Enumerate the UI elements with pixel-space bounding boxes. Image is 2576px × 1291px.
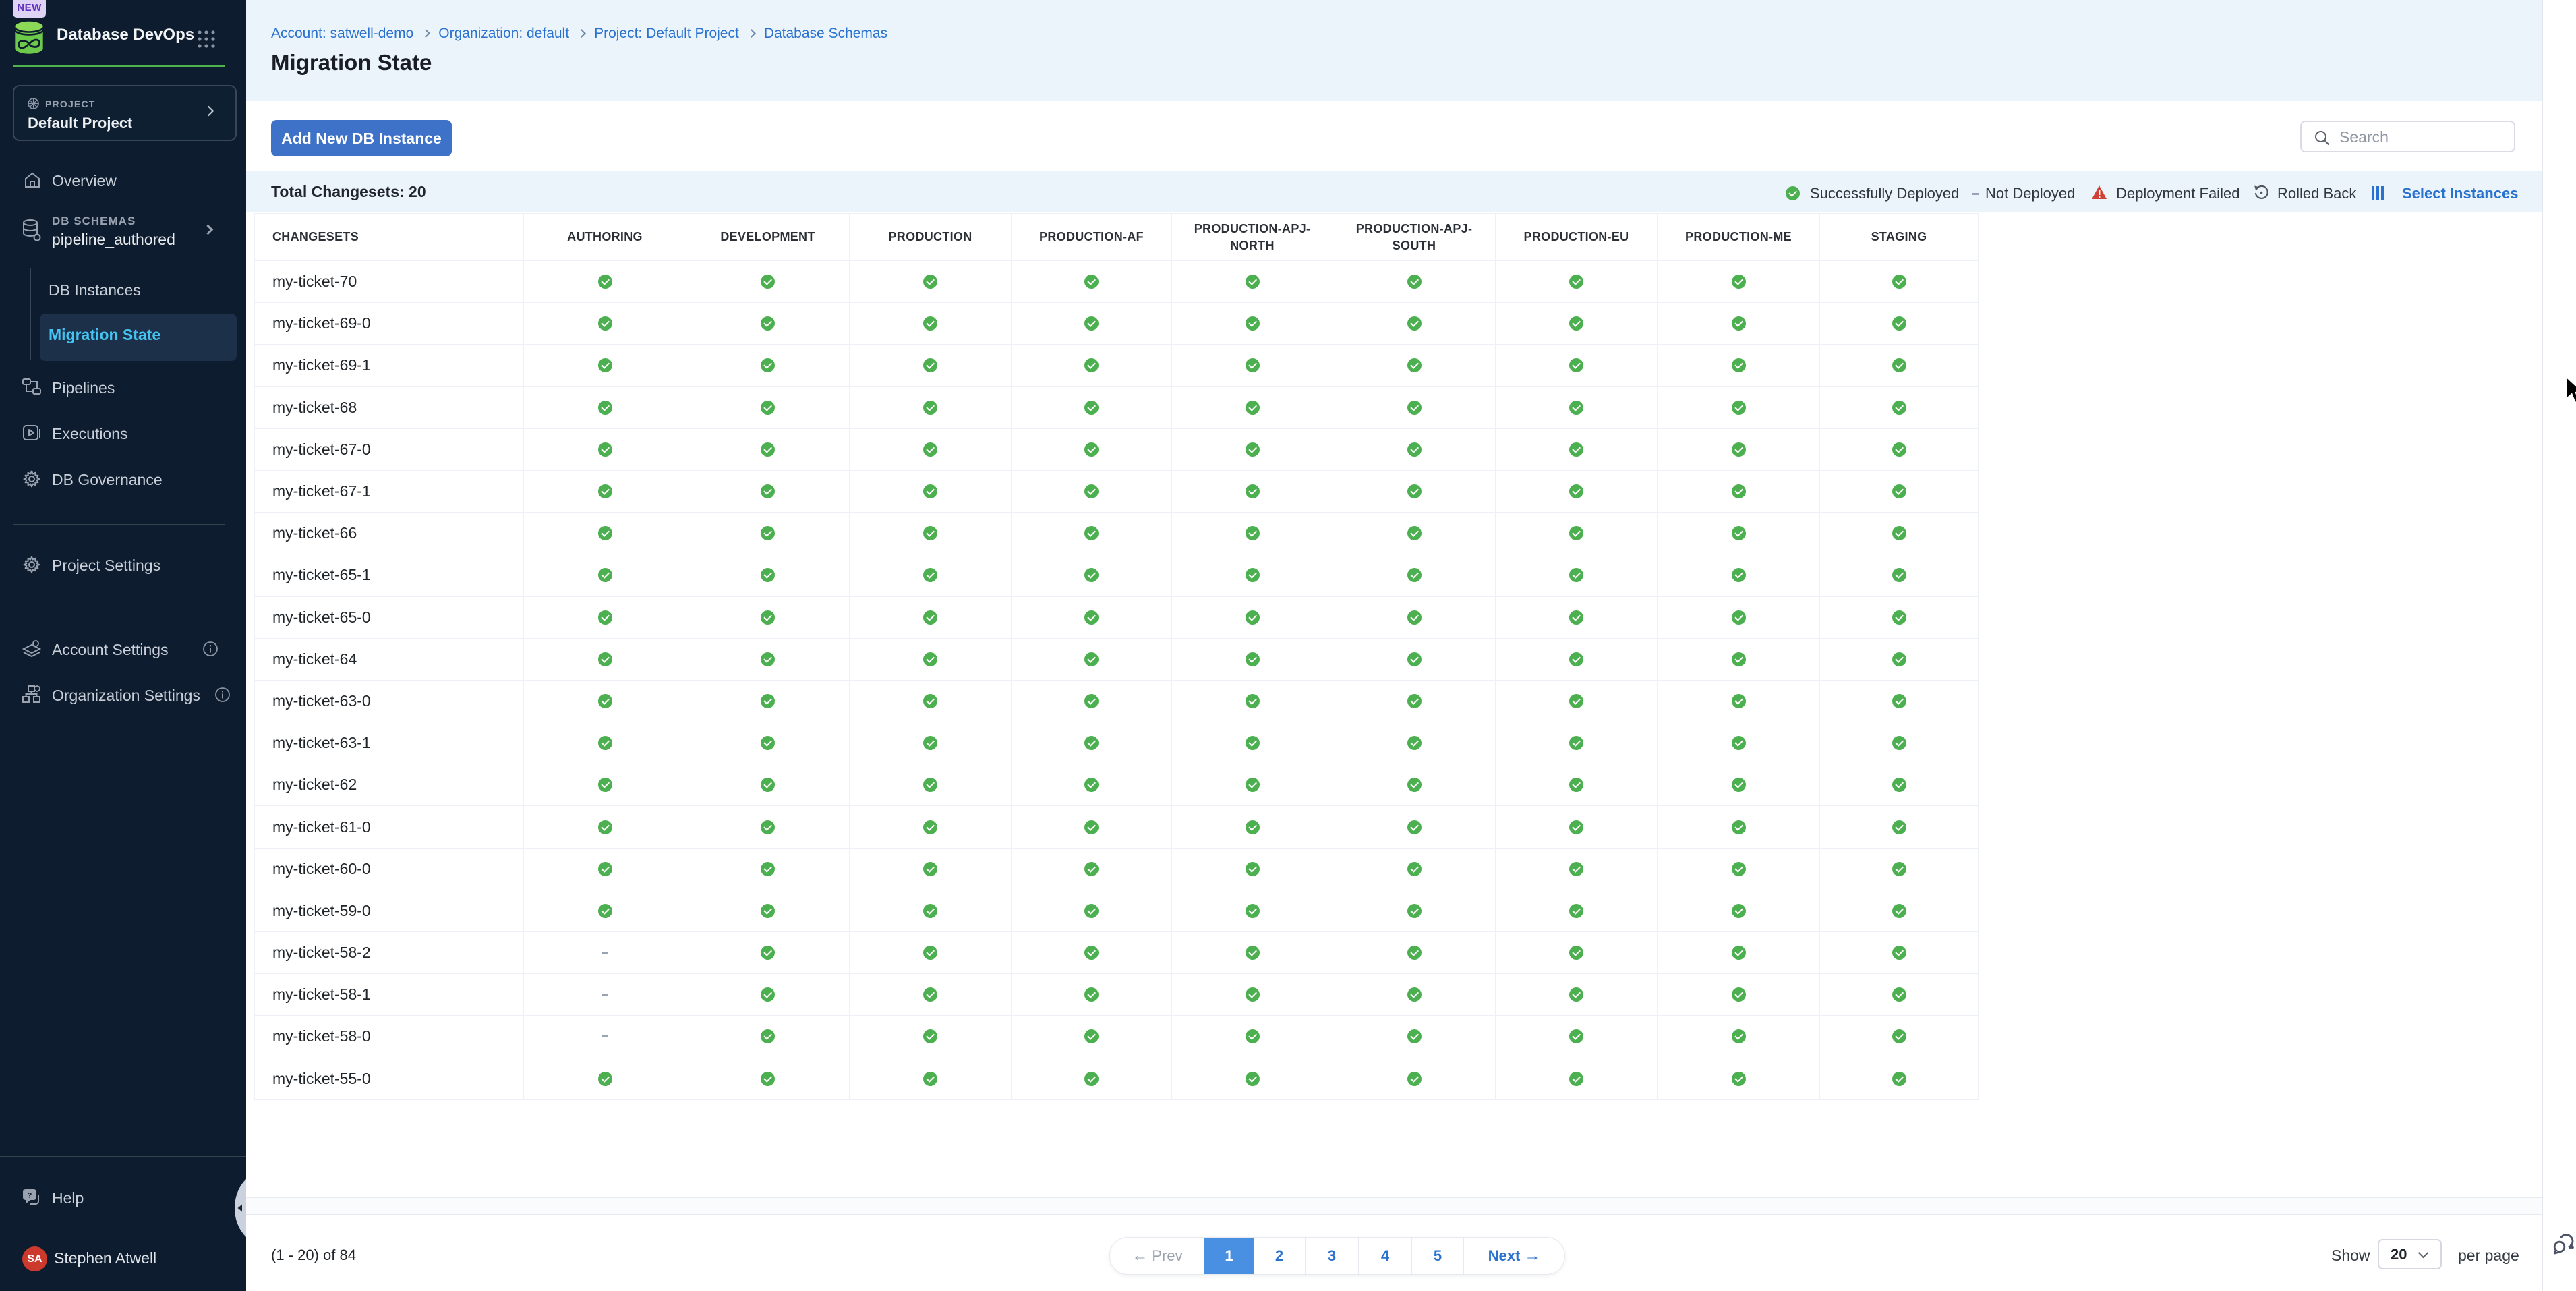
svg-text:?: ? (28, 1192, 32, 1200)
